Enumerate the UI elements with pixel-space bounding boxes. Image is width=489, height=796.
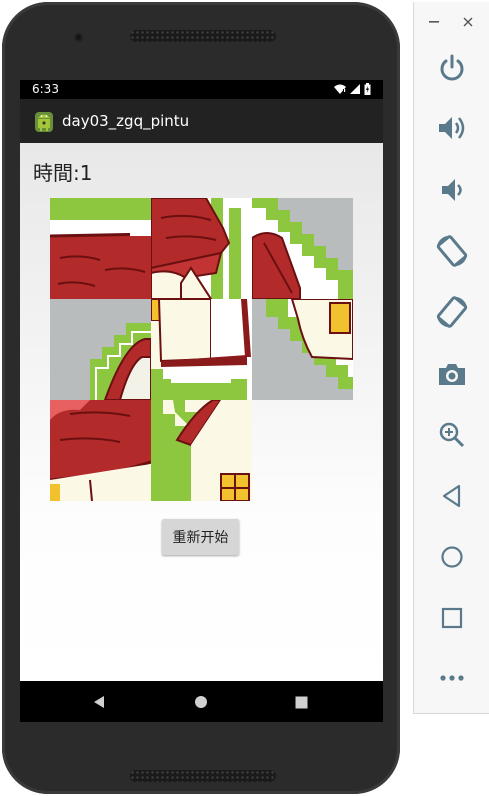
bottom-speaker-grille: [130, 770, 276, 782]
power-icon[interactable]: [432, 48, 472, 88]
top-speaker-grille: [130, 30, 276, 42]
more-icon[interactable]: [432, 658, 472, 698]
overview-icon[interactable]: [432, 598, 472, 638]
battery-icon: [364, 83, 371, 95]
volume-up-icon[interactable]: [432, 108, 472, 148]
android-app-icon: [35, 112, 53, 132]
puzzle-tile[interactable]: [252, 299, 353, 400]
back-nav-icon[interactable]: [88, 691, 110, 713]
puzzle-tile[interactable]: [50, 198, 151, 299]
restart-button[interactable]: 重新开始: [162, 519, 239, 555]
status-time: 6:33: [32, 82, 59, 96]
puzzle-tile[interactable]: [252, 198, 353, 299]
home-icon[interactable]: [432, 537, 472, 577]
cell-signal-icon: [350, 84, 360, 94]
rotate-right-icon[interactable]: [432, 292, 472, 332]
front-camera: [74, 33, 83, 42]
zoom-icon[interactable]: [432, 415, 472, 455]
puzzle-tile[interactable]: [151, 400, 252, 501]
status-bar: 6:33: [20, 80, 383, 99]
camera-icon[interactable]: [432, 354, 472, 394]
puzzle-grid: [50, 198, 353, 501]
puzzle-tile[interactable]: [151, 299, 252, 400]
emulator-toolbar: [413, 2, 489, 714]
wifi-icon: [334, 84, 346, 94]
status-icons: [334, 83, 371, 95]
recents-nav-icon[interactable]: [290, 691, 312, 713]
volume-down-icon[interactable]: [432, 170, 472, 210]
app-title: day03_zgq_pintu: [62, 112, 190, 130]
back-icon[interactable]: [432, 476, 472, 516]
home-nav-icon[interactable]: [190, 691, 212, 713]
close-icon[interactable]: [460, 14, 476, 30]
puzzle-tile[interactable]: [50, 299, 151, 400]
minimize-icon[interactable]: [426, 14, 442, 30]
device-screen: 6:33 day03_zgq_pintu 時間:1 重新开始: [20, 80, 383, 722]
timer-label: 時間:1: [33, 161, 93, 185]
app-bar: day03_zgq_pintu: [20, 99, 383, 143]
rotate-left-icon[interactable]: [432, 231, 472, 271]
navigation-bar: [20, 681, 383, 722]
puzzle-tile[interactable]: [50, 400, 151, 501]
main-content: 時間:1 重新开始: [20, 143, 383, 681]
puzzle-tile[interactable]: [151, 198, 252, 299]
